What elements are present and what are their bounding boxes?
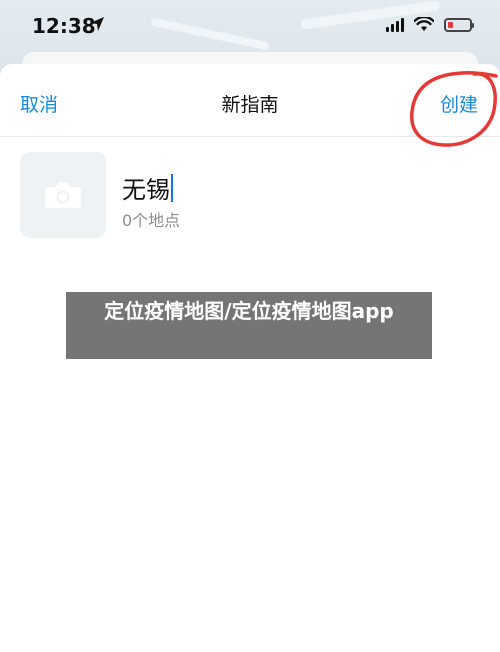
guide-info: 无锡 0个地点 [122,170,180,238]
camera-icon [45,182,81,208]
text-cursor [171,173,173,202]
guide-name-field[interactable]: 无锡 [122,170,180,205]
nav-bar: 取消 新指南 创建 [0,64,500,147]
status-indicators [386,17,474,32]
wifi-icon [414,17,434,31]
watermark-banner: 定位疫情地图/定位疫情地图app [66,292,432,359]
cellular-signal-icon [386,17,404,32]
status-time: 12:38 [32,14,96,38]
battery-icon [444,17,474,32]
status-bar: 12:38 [0,0,500,52]
guide-name: 无锡 [122,176,170,204]
create-button[interactable]: 创建 [440,90,478,117]
place-count: 0个地点 [122,211,181,230]
location-arrow-icon [90,17,104,31]
guide-photo-button[interactable] [20,152,106,238]
guide-row: 无锡 0个地点 [20,152,180,238]
battery-level [448,21,453,28]
